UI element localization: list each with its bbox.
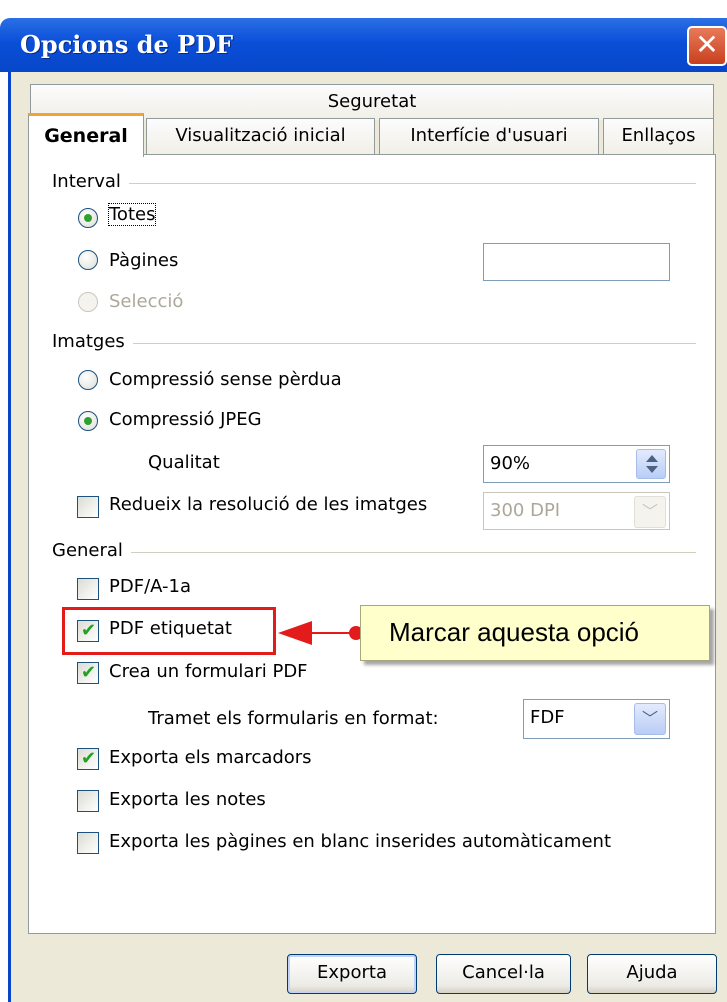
check-icon: ✔ <box>81 662 97 683</box>
range-all-label[interactable]: Totes <box>107 203 157 226</box>
general-legend: General <box>52 540 131 561</box>
tab-user-interface[interactable]: Interfície d'usuari <box>379 118 599 154</box>
images-divider <box>60 343 696 344</box>
resolution-select: 300 DPI ﹀ <box>483 492 670 530</box>
jpeg-radio[interactable] <box>78 411 98 431</box>
chevron-down-icon[interactable]: ﹀ <box>634 703 666 735</box>
highlight-box <box>62 607 276 655</box>
arrow-head <box>278 621 312 645</box>
range-pages-radio[interactable] <box>78 250 98 270</box>
submit-format-select[interactable]: FDF ﹀ <box>523 699 670 739</box>
submit-format-label: Tramet els formularis en format: <box>148 708 439 729</box>
window-title: Opcions de PDF <box>20 30 234 59</box>
reduce-resolution-label[interactable]: Redueix la resolució de les imatges <box>109 494 427 515</box>
export-bookmarks-checkbox[interactable]: ✔ <box>77 748 99 770</box>
quality-label: Qualitat <box>148 452 220 473</box>
pages-input[interactable] <box>483 243 670 281</box>
resolution-value: 300 DPI <box>490 500 561 521</box>
general-divider <box>60 552 696 553</box>
range-pages-label[interactable]: Pàgines <box>109 250 178 271</box>
help-button[interactable]: Ajuda <box>587 954 717 994</box>
quality-spinbox[interactable]: 90% <box>483 445 670 483</box>
images-legend: Imatges <box>52 331 133 352</box>
range-all-radio[interactable] <box>78 208 98 228</box>
export-button[interactable]: Exporta <box>287 954 417 994</box>
annotation-callout: Marcar aquesta opció <box>360 605 710 661</box>
pdfa-label[interactable]: PDF/A-1a <box>109 576 191 597</box>
tab-initial-view[interactable]: Visualització inicial <box>146 118 375 154</box>
quality-spin-buttons[interactable] <box>636 449 666 479</box>
quality-value: 90% <box>490 453 531 474</box>
reduce-resolution-checkbox[interactable] <box>77 496 99 518</box>
export-blank-pages-checkbox[interactable] <box>77 832 99 854</box>
pdfa-checkbox[interactable] <box>77 578 99 600</box>
export-blank-pages-label[interactable]: Exporta les pàgines en blanc inserides a… <box>109 831 611 852</box>
spin-up-icon[interactable] <box>646 455 658 462</box>
jpeg-label[interactable]: Compressió JPEG <box>109 409 262 430</box>
range-divider <box>60 183 696 184</box>
check-icon: ✔ <box>81 748 97 769</box>
lossless-radio[interactable] <box>78 370 98 390</box>
create-form-checkbox[interactable]: ✔ <box>77 662 99 684</box>
spin-down-icon[interactable] <box>646 466 658 473</box>
create-form-label[interactable]: Crea un formulari PDF <box>109 661 308 682</box>
tab-links[interactable]: Enllaços <box>603 118 714 154</box>
cancel-button[interactable]: Cancel·la <box>436 954 571 994</box>
chevron-down-icon: ﹀ <box>634 496 666 528</box>
range-selection-radio <box>78 292 98 312</box>
range-legend: Interval <box>52 171 129 192</box>
export-bookmarks-label[interactable]: Exporta els marcadors <box>109 747 312 768</box>
export-notes-checkbox[interactable] <box>77 790 99 812</box>
annotation-arrow <box>278 621 363 645</box>
pdf-options-dialog: Opcions de PDF ✕ Seguretat Visualització… <box>0 0 727 1002</box>
lossless-label[interactable]: Compressió sense pèrdua <box>109 369 342 390</box>
tab-general[interactable]: General <box>28 113 144 157</box>
range-selection-label: Selecció <box>109 291 184 312</box>
close-button[interactable]: ✕ <box>687 26 727 66</box>
export-notes-label[interactable]: Exporta les notes <box>109 789 266 810</box>
submit-format-value: FDF <box>530 707 565 728</box>
